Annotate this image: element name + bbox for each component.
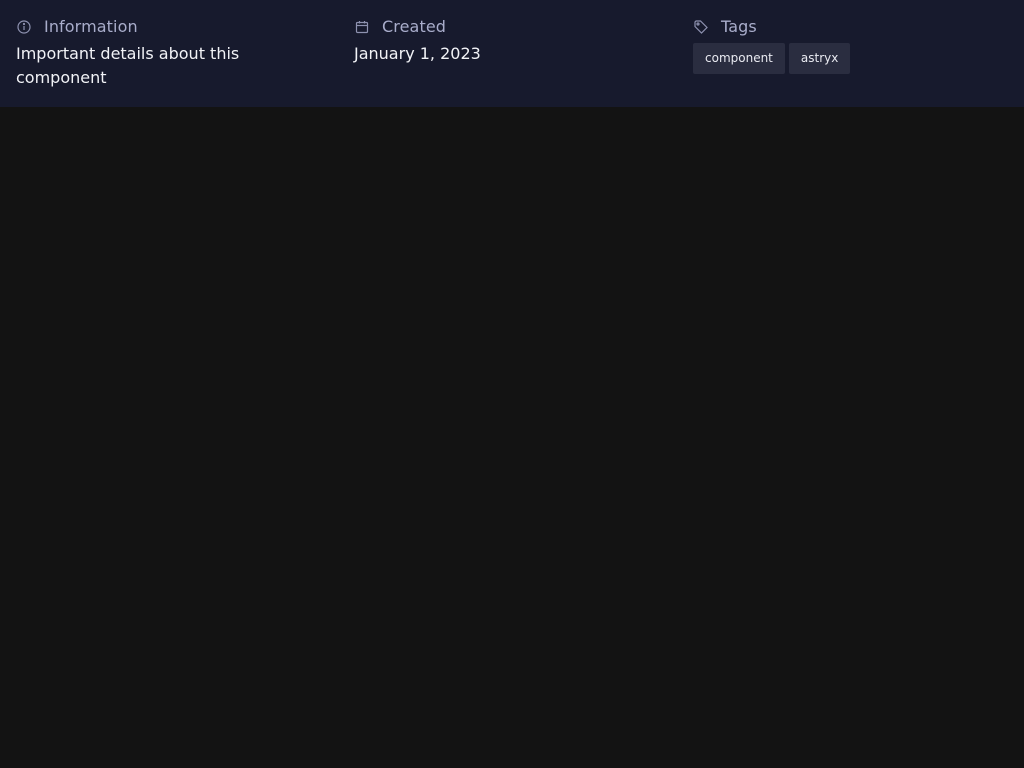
tags-section: Tags component astryx — [693, 17, 1013, 74]
calendar-icon — [354, 19, 370, 35]
information-header: Information — [16, 17, 316, 37]
info-icon — [16, 19, 32, 35]
created-header: Created — [354, 17, 654, 37]
information-section: Information Important details about this… — [16, 17, 316, 90]
tags-title: Tags — [721, 17, 757, 36]
tags-header: Tags — [693, 17, 1013, 37]
created-date: January 1, 2023 — [354, 44, 481, 63]
info-panel: Information Important details about this… — [0, 0, 1024, 107]
tag-astryx[interactable]: astryx — [788, 43, 851, 74]
created-title: Created — [382, 17, 447, 36]
information-title: Information — [44, 17, 138, 36]
information-value: Important details about this component — [16, 44, 240, 87]
tag-icon — [693, 19, 709, 35]
created-section: Created January 1, 2023 — [354, 17, 654, 66]
tag-list: component astryx — [693, 43, 1013, 74]
tag-component[interactable]: component — [693, 43, 785, 74]
